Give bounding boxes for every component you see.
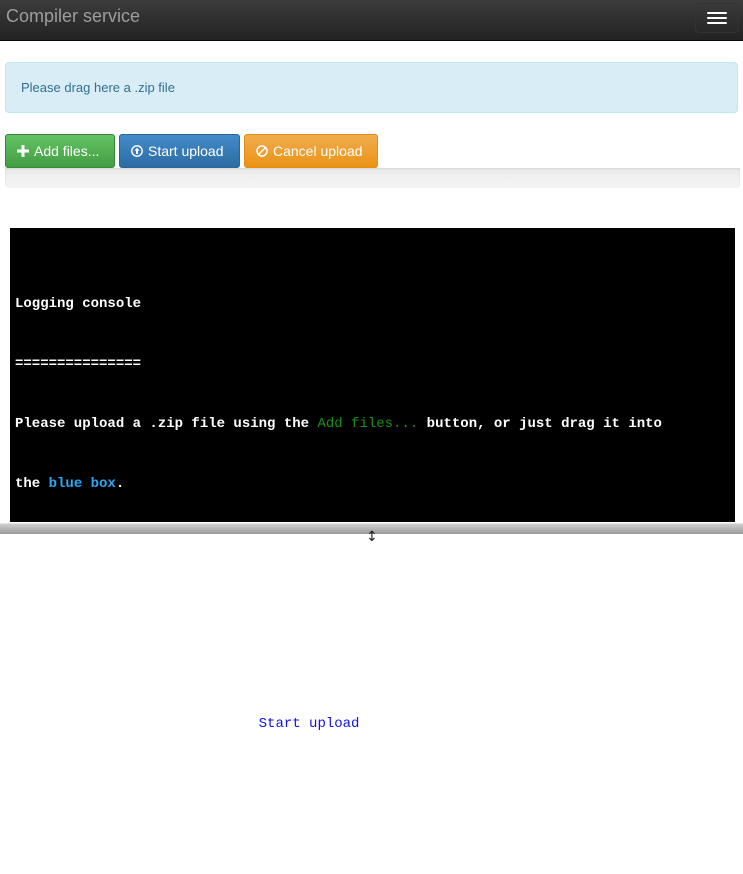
cancel-upload-button[interactable]: Cancel upload — [244, 134, 378, 168]
resize-vertical-icon[interactable]: ↕ — [366, 530, 378, 544]
start-upload-reference: Start upload — [258, 716, 360, 732]
drop-zone-label: Please drag here a .zip file — [21, 80, 175, 95]
console-text: Please upload a .zip file using the — [15, 416, 318, 432]
console-text: button, or just drag it into — [418, 416, 662, 432]
menu-toggle-button[interactable] — [695, 3, 739, 33]
console-line: When you are ready, push the Start uploa… — [15, 714, 735, 734]
start-upload-label: Start upload — [148, 143, 224, 159]
console-text: . — [115, 476, 125, 492]
plus-icon — [17, 145, 29, 157]
blue-box-reference: blue box — [48, 476, 116, 492]
hamburger-menu-icon — [707, 12, 727, 14]
console-line: The .zip file must contain a valid Maven… — [15, 596, 629, 612]
console-text: When you are ready, push the — [15, 716, 259, 732]
console-title-underline: =============== — [15, 356, 142, 372]
console-line: the blue box. — [15, 474, 735, 494]
logging-console: Logging console =============== Please u… — [10, 228, 735, 852]
app-title[interactable]: Compiler service — [6, 6, 140, 26]
console-line: Please upload a .zip file using the Add … — [15, 414, 735, 434]
console-text: button. — [359, 716, 427, 732]
hamburger-menu-icon — [707, 17, 727, 19]
upload-progress-bar — [5, 168, 740, 188]
start-upload-button[interactable]: Start upload — [119, 134, 240, 168]
ban-circle-icon — [256, 145, 268, 157]
console-line: The output of the build process will app… — [15, 836, 427, 852]
console-title: Logging console — [15, 296, 142, 312]
add-files-reference: Add files... — [317, 416, 419, 432]
hamburger-menu-icon — [707, 22, 727, 24]
upload-circle-icon — [131, 145, 143, 157]
navbar: Compiler service — [0, 0, 743, 41]
add-files-button[interactable]: Add files... — [5, 134, 115, 168]
cancel-upload-label: Cancel upload — [273, 143, 363, 159]
file-drop-zone[interactable]: Please drag here a .zip file — [5, 62, 738, 113]
console-text: the — [15, 476, 49, 492]
add-files-label: Add files... — [34, 143, 100, 159]
